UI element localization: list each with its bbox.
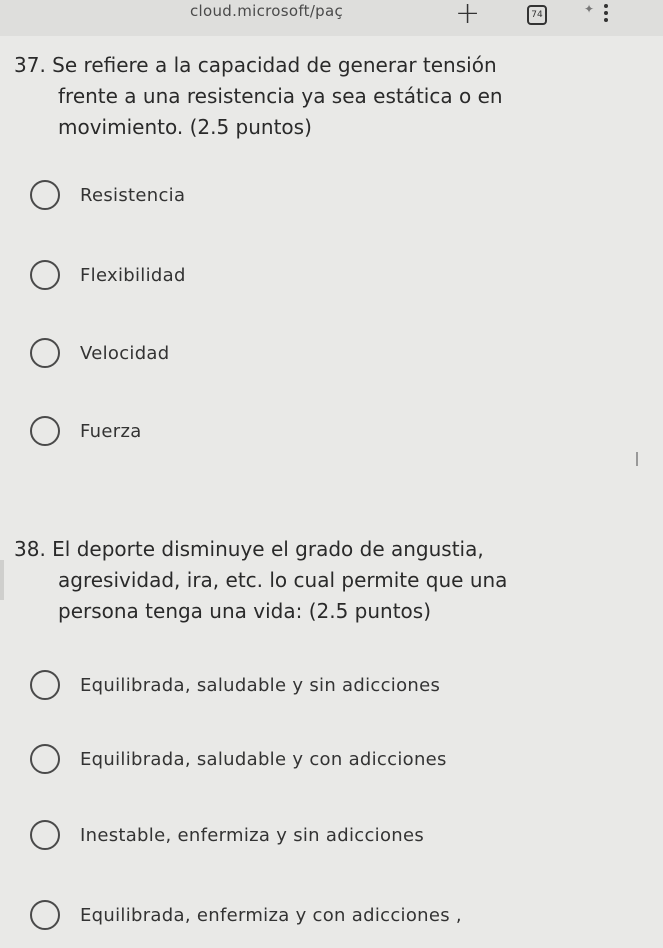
option-equilibrada-enfermiza-con[interactable]: Equilibrada, enfermiza y con adicciones … bbox=[30, 900, 462, 930]
radio-button[interactable] bbox=[30, 416, 60, 446]
option-resistencia[interactable]: Resistencia bbox=[30, 180, 185, 210]
radio-button[interactable] bbox=[30, 180, 60, 210]
option-label: Equilibrada, saludable y sin adicciones bbox=[80, 674, 441, 696]
sparkle-icon[interactable]: ✦ bbox=[584, 2, 594, 16]
radio-button[interactable] bbox=[30, 900, 60, 930]
question-38: 38. El deporte disminuye el grado de ang… bbox=[14, 534, 654, 627]
radio-button[interactable] bbox=[30, 260, 60, 290]
question-number: 38. bbox=[14, 537, 46, 561]
question-text-line: persona tenga una vida: (2.5 puntos) bbox=[58, 599, 432, 623]
option-fuerza[interactable]: Fuerza bbox=[30, 416, 142, 446]
question-title: 38. El deporte disminuye el grado de ang… bbox=[14, 534, 654, 627]
question-text-line: agresividad, ira, etc. lo cual permite q… bbox=[58, 568, 508, 592]
question-37: 37. Se refiere a la capacidad de generar… bbox=[14, 50, 654, 143]
option-equilibrada-saludable-sin[interactable]: Equilibrada, saludable y sin adicciones bbox=[30, 670, 440, 700]
page: cloud.microsoft/paç + 74 ✦ 37. Se refier… bbox=[0, 0, 663, 948]
option-inestable-enfermiza-sin[interactable]: Inestable, enfermiza y sin adicciones bbox=[30, 820, 424, 850]
question-text-line: Se refiere a la capacidad de generar ten… bbox=[52, 53, 497, 77]
option-label: Inestable, enfermiza y sin adicciones bbox=[80, 824, 425, 846]
option-label: Resistencia bbox=[80, 184, 186, 206]
question-text-line: movimiento. (2.5 puntos) bbox=[58, 115, 312, 139]
edge-mark bbox=[636, 452, 638, 466]
question-title: 37. Se refiere a la capacidad de generar… bbox=[14, 50, 654, 143]
tab-switcher-button[interactable]: 74 bbox=[527, 5, 547, 25]
radio-button[interactable] bbox=[30, 820, 60, 850]
option-flexibilidad[interactable]: Flexibilidad bbox=[30, 260, 186, 290]
three-dots-vertical-icon[interactable] bbox=[604, 4, 608, 22]
question-text-line: frente a una resistencia ya sea estática… bbox=[58, 84, 503, 108]
radio-button[interactable] bbox=[30, 338, 60, 368]
option-label: Fuerza bbox=[80, 420, 142, 442]
edge-mark bbox=[0, 560, 4, 600]
address-bar[interactable]: cloud.microsoft/paç bbox=[190, 2, 343, 20]
option-label: Flexibilidad bbox=[80, 264, 186, 286]
option-label: Equilibrada, enfermiza y con adicciones … bbox=[80, 904, 462, 926]
option-label: Equilibrada, saludable y con adicciones bbox=[80, 748, 447, 770]
radio-button[interactable] bbox=[30, 670, 60, 700]
question-text-line: El deporte disminuye el grado de angusti… bbox=[52, 537, 484, 561]
browser-toolbar: cloud.microsoft/paç + 74 ✦ bbox=[0, 0, 663, 36]
option-label: Velocidad bbox=[80, 342, 170, 364]
new-tab-button[interactable]: + bbox=[455, 0, 480, 31]
question-number: 37. bbox=[14, 53, 46, 77]
radio-button[interactable] bbox=[30, 744, 60, 774]
option-equilibrada-saludable-con[interactable]: Equilibrada, saludable y con adicciones bbox=[30, 744, 447, 774]
option-velocidad[interactable]: Velocidad bbox=[30, 338, 169, 368]
